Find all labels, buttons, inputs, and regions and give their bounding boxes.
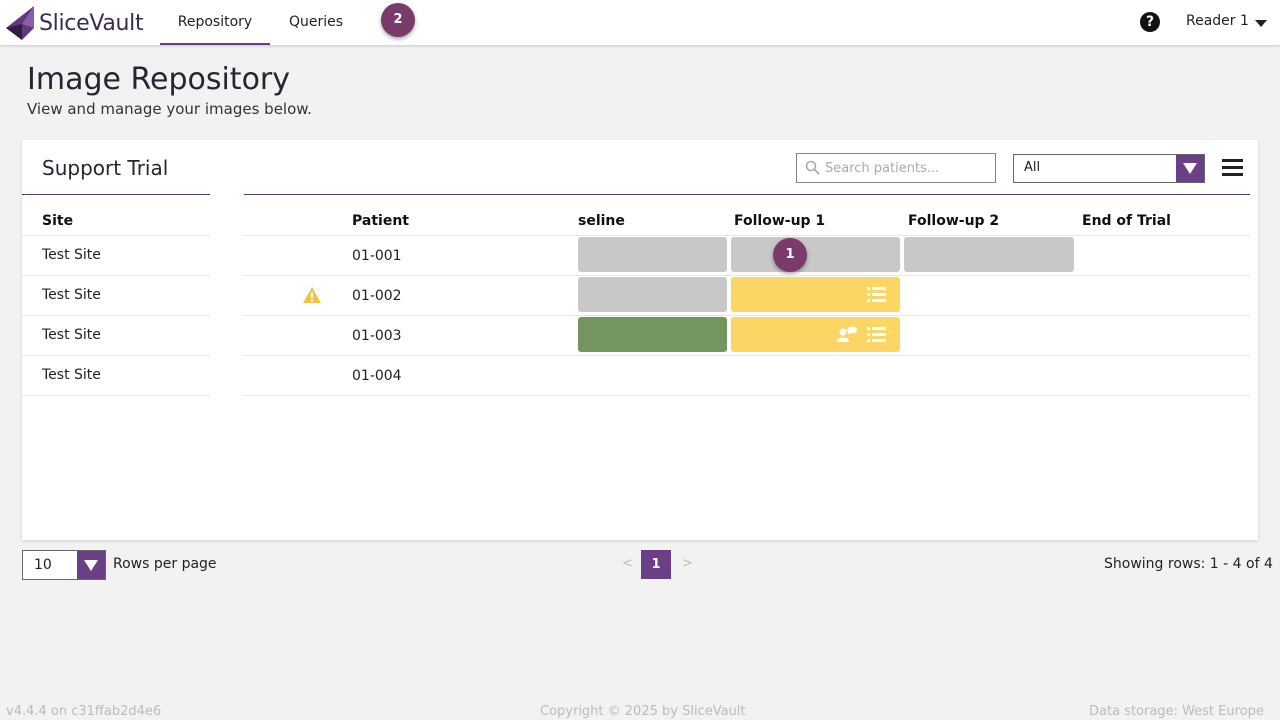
page-1-button[interactable]: 1	[641, 550, 671, 579]
patient-cell[interactable]: 01-003	[352, 328, 402, 344]
visit-cell-follow-up-1[interactable]	[731, 237, 900, 272]
divider	[22, 275, 210, 276]
site-cell: Test Site	[42, 287, 101, 303]
next-page-button[interactable]: >	[682, 556, 693, 571]
page-subtitle: View and manage your images below.	[27, 100, 312, 118]
help-icon[interactable]: ?	[1140, 12, 1160, 32]
rows-per-page-select[interactable]: 10	[22, 550, 106, 580]
visit-cell-baseline[interactable]	[578, 237, 727, 272]
user-name: Reader 1	[1186, 13, 1249, 29]
divider	[22, 315, 210, 316]
tutorial-step-badge[interactable]: 1	[773, 238, 807, 272]
search-input[interactable]	[825, 154, 990, 182]
visit-cell-follow-up-2[interactable]	[904, 237, 1074, 272]
filter-value: All	[1024, 160, 1041, 175]
filter-select[interactable]: All	[1013, 154, 1205, 183]
divider	[244, 315, 1250, 316]
rows-per-page-value: 10	[34, 557, 52, 573]
repository-card: Support Trial All Site Patient seline Fo…	[22, 140, 1258, 540]
trial-name: Support Trial	[42, 156, 169, 180]
divider	[244, 194, 1250, 195]
rows-count-status: Showing rows: 1 - 4 of 4	[1104, 556, 1273, 572]
patient-cell[interactable]: 01-004	[352, 368, 402, 384]
user-menu[interactable]: Reader 1	[1186, 13, 1249, 29]
copyright-text: Copyright © 2025 by SliceVault	[540, 704, 746, 719]
chevron-down-icon[interactable]	[1255, 20, 1267, 27]
top-navigation-bar: SliceVault Repository Queries 2 ? Reader…	[0, 0, 1280, 45]
visit-cell-baseline[interactable]	[578, 277, 727, 312]
visit-column-header: End of Trial	[1082, 213, 1171, 229]
divider	[244, 235, 1250, 236]
app-logo[interactable]: SliceVault	[4, 4, 144, 42]
patient-cell[interactable]: 01-001	[352, 248, 402, 264]
divider	[244, 275, 1250, 276]
tab-repository[interactable]: Repository	[160, 0, 270, 45]
divider	[22, 235, 210, 236]
dropdown-arrow-icon[interactable]	[1176, 155, 1204, 182]
site-cell: Test Site	[42, 367, 101, 383]
tab-queries[interactable]: Queries	[276, 0, 356, 45]
app-name: SliceVault	[39, 10, 144, 36]
visit-cell-follow-up-1[interactable]	[731, 317, 900, 352]
rows-per-page-label: Rows per page	[113, 556, 217, 572]
data-storage-text: Data storage: West Europe	[1089, 704, 1264, 719]
site-cell: Test Site	[42, 247, 101, 263]
divider	[244, 395, 1250, 396]
page-title: Image Repository	[27, 62, 291, 97]
version-text: v4.4.4 on c31ffab2d4e6	[6, 704, 162, 719]
patient-cell[interactable]: 01-002	[352, 288, 402, 304]
divider	[22, 355, 210, 356]
dropdown-arrow-icon[interactable]	[77, 551, 105, 579]
divider	[22, 395, 210, 396]
search-icon	[805, 160, 820, 175]
tab-repository-label: Repository	[177, 14, 253, 30]
visit-cell-baseline[interactable]	[578, 317, 727, 352]
tab-queries-label: Queries	[288, 14, 344, 30]
visit-column-header: Follow-up 1	[734, 213, 826, 229]
visit-cell-follow-up-1[interactable]	[731, 277, 900, 312]
list-icon	[867, 327, 886, 342]
site-cell: Test Site	[42, 327, 101, 343]
tutorial-step-badge[interactable]: 2	[381, 3, 415, 37]
list-icon	[867, 287, 886, 302]
reader-comment-icon	[837, 326, 857, 342]
slicevault-logo-icon	[6, 6, 34, 40]
divider	[22, 194, 210, 195]
patient-column-header[interactable]: Patient	[352, 213, 409, 229]
previous-page-button[interactable]: <	[622, 556, 633, 571]
visit-column-header: seline	[578, 213, 625, 229]
search-box[interactable]	[796, 153, 996, 183]
menu-icon[interactable]	[1222, 159, 1243, 177]
divider	[244, 355, 1250, 356]
warning-icon	[303, 287, 321, 303]
visit-column-header: Follow-up 2	[908, 213, 1000, 229]
site-column-header: Site	[42, 213, 74, 229]
